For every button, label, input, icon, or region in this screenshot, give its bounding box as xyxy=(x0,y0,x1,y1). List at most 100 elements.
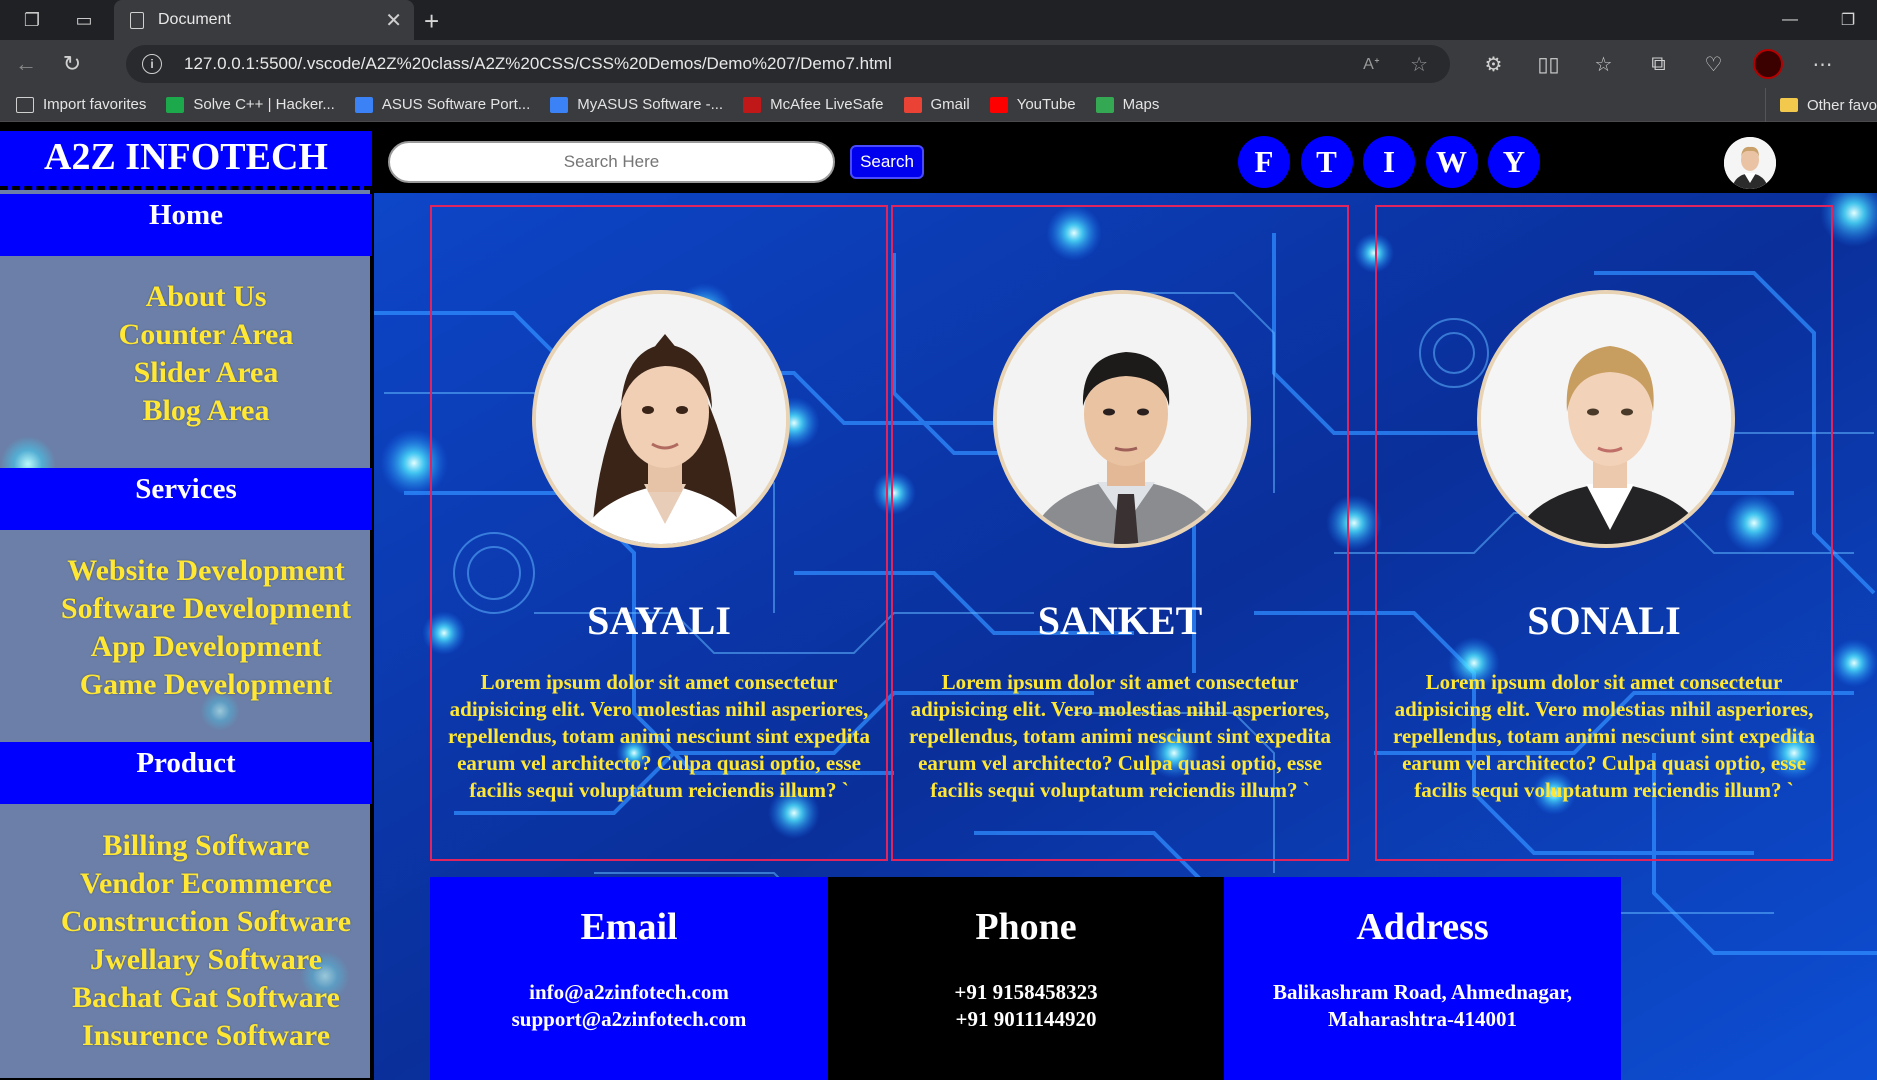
new-tab-icon[interactable]: + xyxy=(424,6,439,37)
url-text: 127.0.0.1:5500/.vscode/A2Z%20class/A2Z%2… xyxy=(184,54,892,73)
other-favorites[interactable]: Other favo xyxy=(1764,88,1877,122)
team-card-sonali: SONALI Lorem ipsum dolor sit amet consec… xyxy=(1375,205,1833,861)
team-card-sayali: SAYALI Lorem ipsum dolor sit amet consec… xyxy=(430,205,888,861)
bookmark-label: MyASUS Software -... xyxy=(577,96,724,113)
instagram-link[interactable]: I xyxy=(1363,136,1415,188)
maps-icon xyxy=(1095,96,1114,113)
bookmark-label: Solve C++ | Hacker... xyxy=(193,96,335,113)
profile-photo xyxy=(993,290,1251,548)
refresh-icon[interactable]: ↻ xyxy=(52,44,92,84)
nav-software-development[interactable]: Software Development xyxy=(40,590,372,628)
browser-tab[interactable]: Document ✕ xyxy=(114,0,414,40)
nav-game-development[interactable]: Game Development xyxy=(40,666,372,704)
nav-insurence-software[interactable]: Insurence Software xyxy=(40,1017,372,1055)
nav-construction-software[interactable]: Construction Software xyxy=(40,903,372,941)
nav-website-development[interactable]: Website Development xyxy=(40,552,372,590)
workspaces-icon[interactable]: ❐ xyxy=(12,0,52,40)
page-viewport: A2Z INFOTECH Home About Us Counter Area … xyxy=(0,122,1877,1080)
user-avatar[interactable] xyxy=(1724,137,1776,189)
collections-icon[interactable]: ⧉ xyxy=(1631,44,1686,84)
back-icon[interactable]: ← xyxy=(6,44,46,84)
browser-tab-strip: ❐ ▭ Document ✕ + — ❐ xyxy=(0,0,1877,40)
youtube-link[interactable]: Y xyxy=(1488,136,1540,188)
nav-about-us[interactable]: About Us xyxy=(40,278,372,316)
services-submenu: Website Development Software Development… xyxy=(0,552,372,704)
minimize-icon[interactable]: — xyxy=(1761,0,1819,40)
favorite-star-icon[interactable]: ☆ xyxy=(1410,52,1428,77)
tab-actions-icon[interactable]: ▭ xyxy=(64,0,104,40)
contact-address: Address Balikashram Road, Ahmednagar, Ma… xyxy=(1224,877,1621,1080)
woman-portrait-image xyxy=(536,294,786,544)
profile-photo xyxy=(1477,290,1735,548)
bookmark-item[interactable]: McAfee LiveSafe xyxy=(743,96,884,113)
tab-title: Document xyxy=(158,11,231,28)
nav-slider-area[interactable]: Slider Area xyxy=(40,354,372,392)
member-description: Lorem ipsum dolor sit amet consectetur a… xyxy=(448,670,870,802)
whatsapp-link[interactable]: W xyxy=(1425,136,1478,188)
contact-address-title: Address xyxy=(1356,906,1489,948)
home-submenu: About Us Counter Area Slider Area Blog A… xyxy=(0,278,372,430)
site-info-icon[interactable]: i xyxy=(142,54,162,74)
nav-counter-area[interactable]: Counter Area xyxy=(40,316,372,354)
window-controls: — ❐ xyxy=(1761,0,1877,40)
bookmark-label: YouTube xyxy=(1016,96,1076,113)
restore-icon[interactable]: ❐ xyxy=(1819,0,1877,40)
nav-product[interactable]: Product xyxy=(0,742,372,804)
search-button[interactable]: Search xyxy=(850,145,924,179)
nav-jwellary-software[interactable]: Jwellary Software xyxy=(40,941,372,979)
nav-billing-software[interactable]: Billing Software xyxy=(40,827,372,865)
nav-services[interactable]: Services xyxy=(0,468,372,530)
email-line[interactable]: info@a2zinfotech.com xyxy=(430,979,828,1006)
split-screen-icon[interactable]: ▯▯ xyxy=(1521,44,1576,84)
contact-spacer xyxy=(1621,877,1877,1080)
phone-line[interactable]: +91 9158458323 xyxy=(828,979,1224,1006)
nav-blog-area[interactable]: Blog Area xyxy=(40,392,372,430)
profile-photo xyxy=(532,290,790,548)
bookmark-item[interactable]: Import favorites xyxy=(16,96,146,113)
bookmark-item[interactable]: Maps xyxy=(1095,96,1160,113)
nav-vendor-ecommerce[interactable]: Vendor Ecommerce xyxy=(40,865,372,903)
document-icon xyxy=(130,11,144,29)
hackerrank-icon xyxy=(166,96,185,113)
main-content: SAYALI Lorem ipsum dolor sit amet consec… xyxy=(374,193,1877,1080)
folder-icon xyxy=(1779,98,1798,112)
youtube-icon xyxy=(989,96,1008,113)
contact-email-title: Email xyxy=(580,906,678,948)
facebook-link[interactable]: F xyxy=(1238,136,1290,188)
address-line: Balikashram Road, Ahmednagar, xyxy=(1272,980,1573,1004)
favorites-icon[interactable]: ☆ xyxy=(1576,44,1631,84)
nav-home[interactable]: Home xyxy=(0,194,372,256)
browser-tools: ⚙ ▯▯ ☆ ⧉ ♡ ⋯ xyxy=(1466,44,1850,84)
man-portrait-image xyxy=(997,294,1247,544)
email-line[interactable]: support@a2zinfotech.com xyxy=(430,1006,828,1033)
extensions-icon[interactable]: ⚙ xyxy=(1466,44,1521,84)
health-icon[interactable]: ♡ xyxy=(1686,44,1741,84)
import-icon xyxy=(16,96,34,113)
read-aloud-icon[interactable]: Aᐩ xyxy=(1363,54,1380,74)
bookmark-label: McAfee LiveSafe xyxy=(770,96,884,113)
close-tab-icon[interactable]: ✕ xyxy=(385,8,402,33)
bookmark-item[interactable]: Gmail xyxy=(903,96,970,113)
member-description: Lorem ipsum dolor sit amet consectetur a… xyxy=(1393,670,1815,802)
contact-email: Email info@a2zinfotech.com support@a2zin… xyxy=(430,877,828,1080)
contact-phone-title: Phone xyxy=(975,906,1077,948)
woman-portrait-image xyxy=(1481,294,1731,544)
asus-icon xyxy=(354,96,373,113)
bookmark-item[interactable]: Solve C++ | Hacker... xyxy=(166,96,335,113)
nav-app-development[interactable]: App Development xyxy=(40,628,372,666)
member-description: Lorem ipsum dolor sit amet consectetur a… xyxy=(909,670,1331,802)
twitter-link[interactable]: T xyxy=(1300,136,1353,188)
search-input[interactable] xyxy=(388,141,835,183)
bookmark-item[interactable]: MyASUS Software -... xyxy=(550,96,723,113)
phone-line[interactable]: +91 9011144920 xyxy=(828,1006,1224,1033)
address-bar[interactable]: i 127.0.0.1:5500/.vscode/A2Z%20class/A2Z… xyxy=(126,45,1450,83)
nav-bachat-gat-software[interactable]: Bachat Gat Software xyxy=(40,979,372,1017)
sidebar: A2Z INFOTECH Home About Us Counter Area … xyxy=(0,131,372,1078)
brand-logo[interactable]: A2Z INFOTECH xyxy=(0,131,372,190)
more-options-icon[interactable]: ⋯ xyxy=(1795,44,1850,84)
bookmark-item[interactable]: ASUS Software Port... xyxy=(354,96,531,113)
profile-avatar[interactable] xyxy=(1753,49,1783,79)
bookmark-label: Maps xyxy=(1122,96,1160,113)
bookmark-item[interactable]: YouTube xyxy=(989,96,1076,113)
bookmark-label: ASUS Software Port... xyxy=(381,96,531,113)
